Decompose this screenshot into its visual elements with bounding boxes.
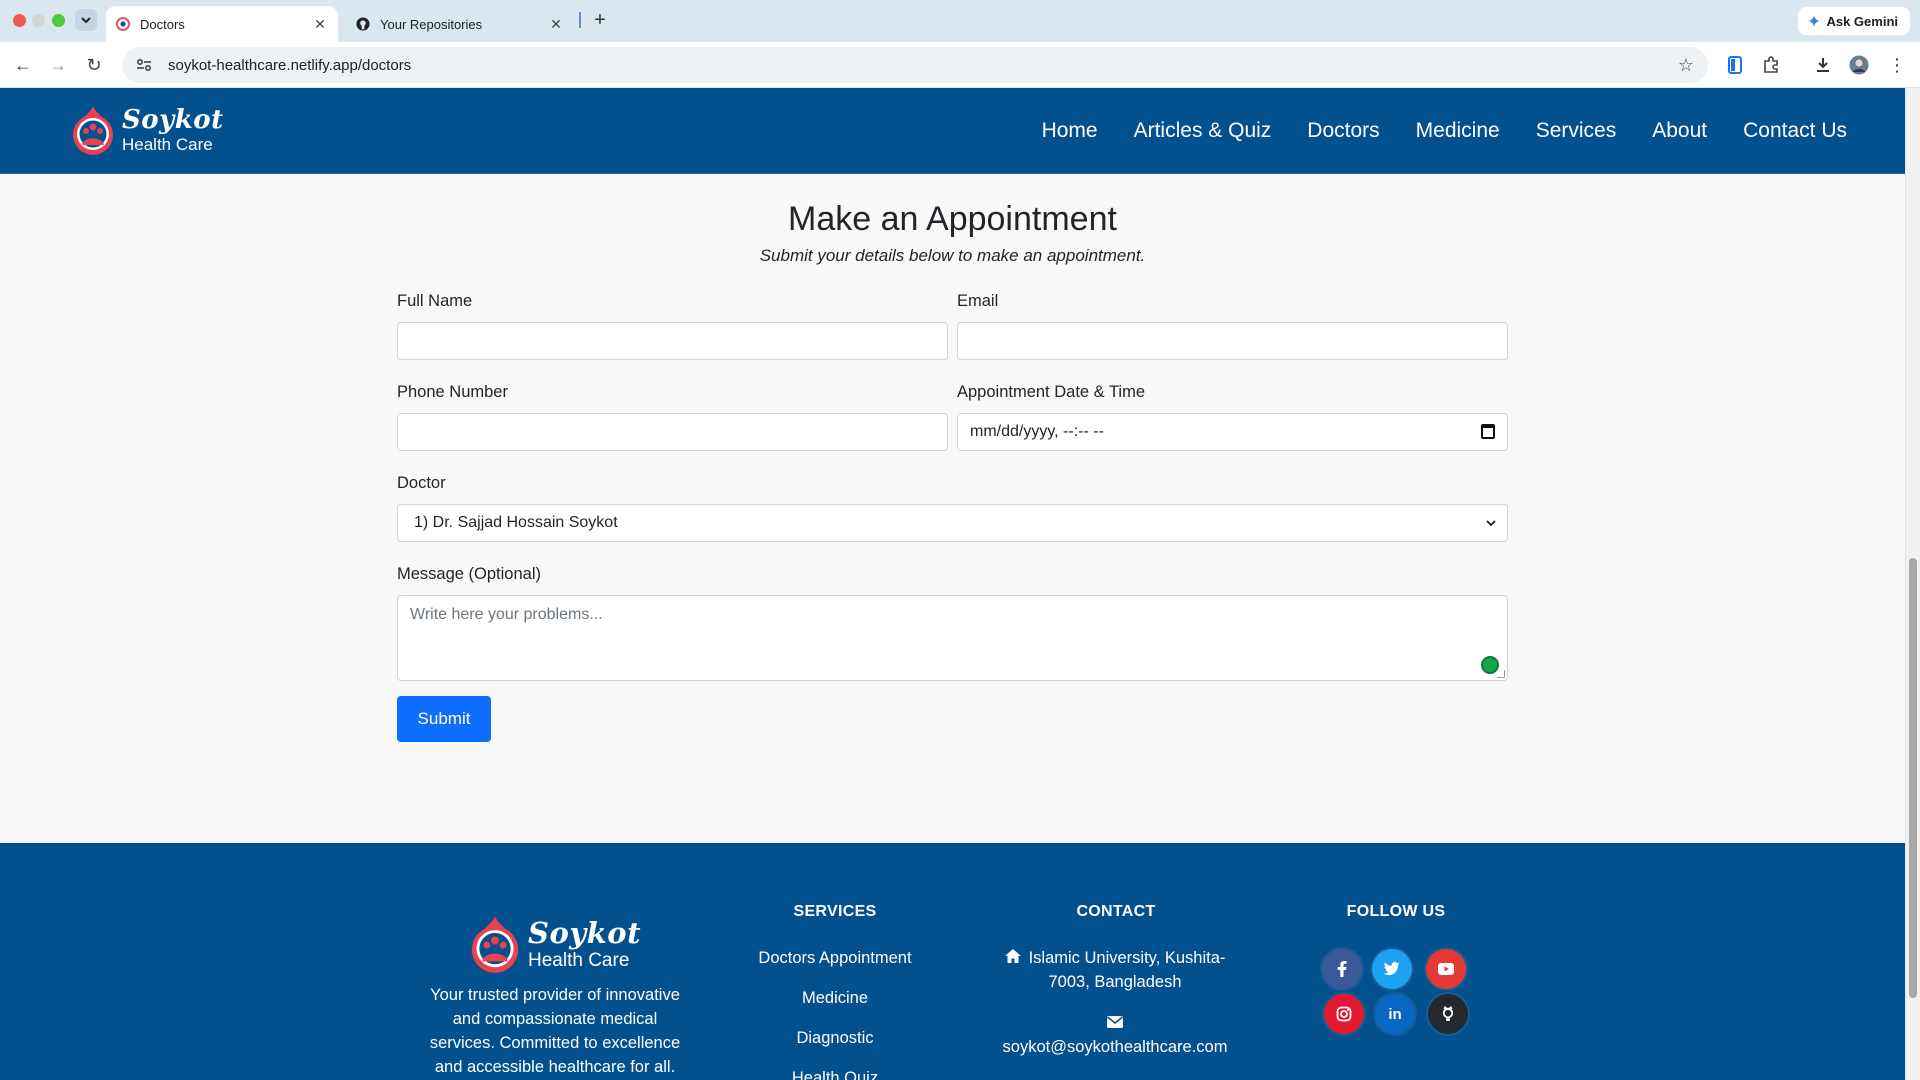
contact-heading: CONTACT bbox=[1076, 903, 1156, 920]
contact-email-text: soykot@soykothealthcare.com bbox=[1002, 1038, 1228, 1056]
back-icon[interactable]: ← bbox=[11, 53, 35, 77]
logo-tagline-text: Health Care bbox=[528, 949, 630, 971]
tab-title: Your Repositories bbox=[380, 16, 483, 32]
site-favicon-icon bbox=[116, 17, 130, 31]
contact-address-text: Islamic University, Kushita-7003, Bangla… bbox=[1028, 949, 1226, 991]
doctor-selected-value: 1) Dr. Sajjad Hossain Soykot bbox=[414, 514, 618, 531]
new-tab-button[interactable]: + bbox=[588, 8, 612, 32]
nav-about[interactable]: About bbox=[1652, 119, 1707, 143]
email-input[interactable] bbox=[957, 322, 1508, 360]
tab-divider bbox=[579, 12, 581, 28]
forward-icon[interactable]: → bbox=[46, 53, 70, 77]
window-zoom-button[interactable] bbox=[52, 14, 65, 27]
window-minimize-button[interactable] bbox=[32, 14, 45, 27]
doctor-select[interactable]: 1) Dr. Sajjad Hossain Soykot bbox=[397, 504, 1508, 542]
bookmark-star-icon[interactable]: ☆ bbox=[1678, 55, 1694, 76]
menu-kebab-icon[interactable]: ⋮ bbox=[1886, 54, 1908, 76]
page-scrollbar[interactable] bbox=[1905, 88, 1920, 1080]
datetime-label: Appointment Date & Time bbox=[957, 383, 1146, 401]
extensions-icon[interactable] bbox=[1760, 54, 1782, 76]
instagram-icon[interactable] bbox=[1324, 994, 1364, 1034]
browser-toolbar: ← → ↻ soykot-healthcare.netlify.app/doct… bbox=[0, 42, 1920, 88]
profile-avatar[interactable] bbox=[1848, 54, 1870, 76]
services-heading: SERVICES bbox=[793, 903, 877, 920]
footer-link-doctors-appointment[interactable]: Doctors Appointment bbox=[735, 949, 935, 968]
close-icon[interactable]: ✕ bbox=[312, 16, 328, 33]
gemini-sparkle-icon bbox=[1808, 15, 1821, 27]
envelope-icon bbox=[990, 1011, 1240, 1035]
reading-mode-icon[interactable] bbox=[1724, 54, 1746, 76]
datetime-input[interactable]: mm/dd/yyyy, --:-- -- bbox=[957, 413, 1508, 451]
site-footer: Soykot Health Care Your trusted provider… bbox=[0, 843, 1905, 1080]
linkedin-icon[interactable]: in bbox=[1375, 994, 1415, 1034]
site-settings-icon[interactable] bbox=[134, 55, 154, 75]
github-icon[interactable] bbox=[1428, 994, 1468, 1034]
tab-your-repositories[interactable]: Your Repositories ✕ bbox=[346, 6, 574, 42]
logo-tagline-text: Health Care bbox=[122, 135, 213, 154]
resize-handle[interactable] bbox=[1497, 670, 1505, 678]
submit-button[interactable]: Submit bbox=[397, 696, 491, 742]
header-logo[interactable]: Soykot Health Care bbox=[68, 105, 224, 155]
nav-medicine[interactable]: Medicine bbox=[1416, 119, 1500, 143]
window-close-button[interactable] bbox=[13, 14, 26, 27]
tab-title: Doctors bbox=[140, 16, 185, 32]
phone-label: Phone Number bbox=[397, 383, 508, 401]
nav-doctors[interactable]: Doctors bbox=[1307, 119, 1379, 143]
scrollbar-thumb[interactable] bbox=[1909, 558, 1917, 998]
page-title: Make an Appointment bbox=[788, 200, 1117, 238]
reload-icon[interactable]: ↻ bbox=[82, 53, 106, 77]
contact-email: soykot@soykothealthcare.com bbox=[990, 1011, 1240, 1059]
site-header: Soykot Health Care Home Articles & Quiz … bbox=[0, 88, 1905, 174]
message-placeholder: Write here your problems... bbox=[410, 606, 603, 623]
footer-logo[interactable]: Soykot Health Care bbox=[466, 915, 641, 973]
ask-gemini-button[interactable]: Ask Gemini bbox=[1798, 7, 1910, 35]
nav-articles-quiz[interactable]: Articles & Quiz bbox=[1134, 119, 1272, 143]
close-icon[interactable]: ✕ bbox=[548, 16, 564, 33]
appointment-section: Make an Appointment Submit your details … bbox=[0, 174, 1905, 844]
download-icon[interactable] bbox=[1812, 54, 1834, 76]
home-icon bbox=[1004, 946, 1021, 970]
tab-doctors[interactable]: Doctors ✕ bbox=[106, 6, 338, 42]
contact-address: Islamic University, Kushita-7003, Bangla… bbox=[990, 946, 1240, 994]
chevron-down-icon bbox=[81, 17, 91, 24]
calendar-icon[interactable] bbox=[1481, 424, 1495, 439]
message-textarea[interactable]: Write here your problems... bbox=[397, 595, 1508, 681]
phone-input[interactable] bbox=[397, 413, 948, 451]
full-name-input[interactable] bbox=[397, 322, 948, 360]
main-nav: Home Articles & Quiz Doctors Medicine Se… bbox=[1042, 88, 1847, 174]
nav-contact-us[interactable]: Contact Us bbox=[1743, 119, 1847, 143]
email-label: Email bbox=[957, 292, 999, 310]
chevron-down-icon bbox=[1485, 517, 1497, 531]
nav-services[interactable]: Services bbox=[1536, 119, 1617, 143]
full-name-label: Full Name bbox=[397, 292, 473, 310]
doctor-label: Doctor bbox=[397, 474, 446, 492]
datetime-placeholder: mm/dd/yyyy, --:-- -- bbox=[970, 423, 1104, 440]
url-text: soykot-healthcare.netlify.app/doctors bbox=[168, 56, 412, 74]
logo-brand-text: Soykot bbox=[122, 105, 224, 135]
soykot-logo-icon bbox=[471, 916, 519, 973]
browser-tab-bar: Doctors ✕ Your Repositories ✕ + Ask Gemi… bbox=[0, 0, 1920, 42]
tab-search-button[interactable] bbox=[75, 9, 97, 31]
footer-link-health-quiz[interactable]: Health Quiz bbox=[735, 1069, 935, 1080]
ask-gemini-label: Ask Gemini bbox=[1826, 13, 1898, 29]
logo-brand-text: Soykot bbox=[528, 915, 641, 950]
page-subtitle: Submit your details below to make an app… bbox=[759, 246, 1146, 265]
follow-us-heading: FOLLOW US bbox=[1346, 903, 1446, 920]
twitter-icon[interactable] bbox=[1372, 949, 1412, 989]
address-bar[interactable]: soykot-healthcare.netlify.app/doctors ☆ bbox=[122, 47, 1708, 83]
youtube-icon[interactable] bbox=[1426, 949, 1466, 989]
github-icon bbox=[356, 17, 370, 31]
footer-link-diagnostic[interactable]: Diagnostic bbox=[735, 1029, 935, 1048]
footer-link-medicine[interactable]: Medicine bbox=[735, 989, 935, 1008]
facebook-icon[interactable] bbox=[1322, 949, 1362, 989]
message-label: Message (Optional) bbox=[397, 565, 541, 583]
footer-description: Your trusted provider of innovative and … bbox=[429, 986, 681, 1076]
nav-home[interactable]: Home bbox=[1042, 119, 1098, 143]
soykot-logo-icon bbox=[73, 106, 113, 155]
